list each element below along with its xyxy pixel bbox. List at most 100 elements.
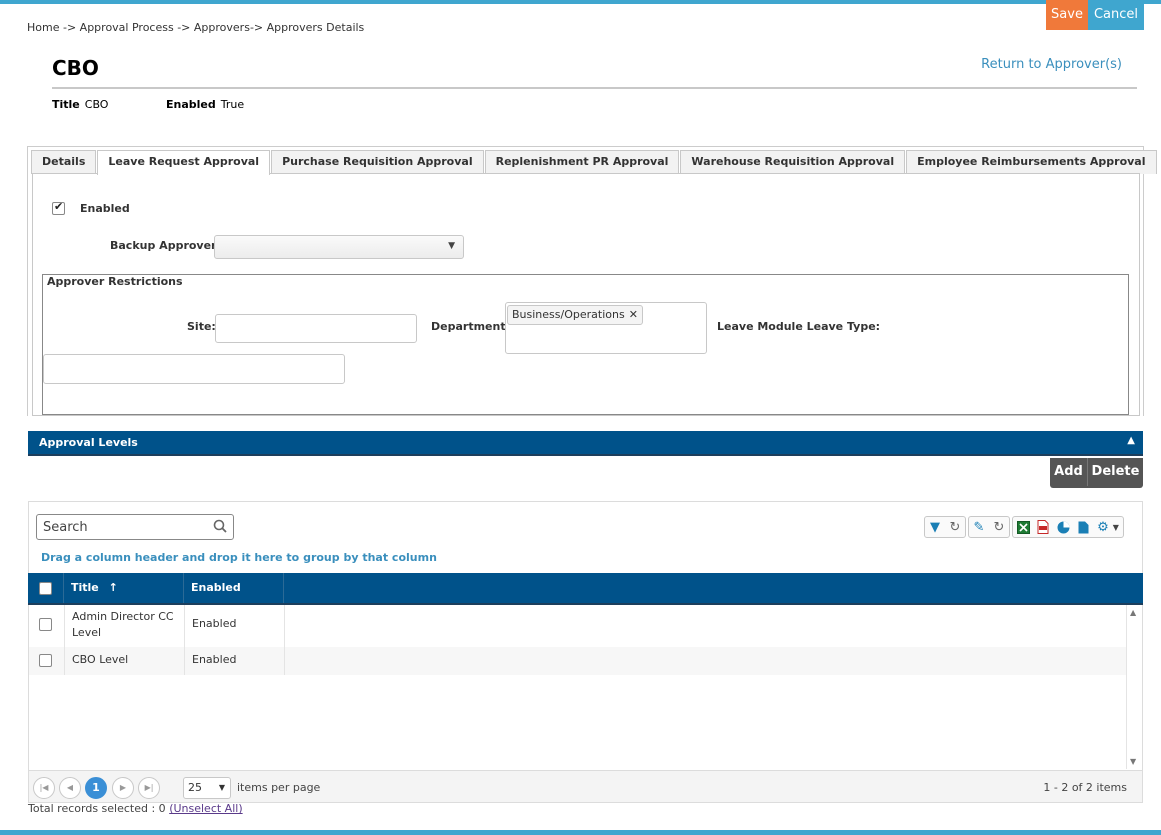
settings-group: ✎ ↻	[968, 516, 1010, 538]
department-chip-label: Business/Operations	[512, 308, 625, 321]
breadcrumb-home[interactable]: Home	[27, 21, 59, 34]
approval-levels-header[interactable]: Approval Levels ▲	[28, 431, 1143, 456]
page-number-button[interactable]: 1	[85, 777, 107, 799]
scroll-up-icon[interactable]: ▲	[1130, 608, 1136, 617]
row-title-cell: Admin Director CC Level	[65, 605, 185, 647]
filter-group: ▼ ↻	[924, 516, 966, 538]
prev-page-icon[interactable]: ◀	[59, 777, 81, 799]
export-group: ⚙ ▼	[1012, 516, 1124, 538]
pager-summary: 1 - 2 of 2 items	[1043, 781, 1127, 794]
meta-enabled: Enabled True	[166, 98, 244, 111]
table-row[interactable]: CBO Level Enabled	[29, 647, 1126, 675]
first-page-icon[interactable]: |◀	[33, 777, 55, 799]
breadcrumb-current: Approvers Details	[266, 21, 365, 34]
breadcrumb: Home -> Approval Process -> Approvers-> …	[27, 21, 364, 34]
row-select-cell	[29, 605, 65, 647]
pdf-icon[interactable]	[1033, 517, 1053, 537]
row-select-cell	[29, 647, 65, 675]
reset-icon[interactable]: ↻	[989, 517, 1009, 537]
page-size-select[interactable]: 25 ▼	[183, 777, 231, 799]
sort-ascending-icon: ↑	[108, 581, 118, 594]
row-enabled: Enabled	[192, 617, 237, 630]
row-checkbox[interactable]	[39, 618, 52, 631]
backup-approver-label: Backup Approver:	[110, 239, 221, 252]
search-input[interactable]	[37, 515, 207, 539]
collapse-icon[interactable]: ▲	[1127, 435, 1135, 446]
search-box[interactable]	[36, 514, 234, 540]
department-label: Department:	[431, 320, 510, 333]
site-label: Site:	[187, 320, 216, 333]
column-title-label: Title	[71, 581, 99, 594]
close-icon[interactable]: ✕	[629, 308, 638, 321]
department-chip: Business/Operations ✕	[507, 305, 643, 325]
tab-warehouse-requisition-approval[interactable]: Warehouse Requisition Approval	[680, 150, 906, 174]
filter-icon[interactable]: ▼	[925, 517, 945, 537]
meta-enabled-label: Enabled	[166, 98, 216, 111]
breadcrumb-approvers[interactable]: Approvers	[194, 21, 250, 34]
chevron-down-icon: ▼	[218, 783, 225, 792]
unselect-all-link[interactable]: (Unselect All)	[169, 802, 242, 815]
table-row[interactable]: Admin Director CC Level Enabled	[29, 605, 1126, 647]
row-checkbox[interactable]	[39, 654, 52, 667]
breadcrumb-approval-process[interactable]: Approval Process	[80, 21, 174, 34]
row-title: CBO Level	[72, 653, 129, 666]
scroll-down-icon[interactable]: ▼	[1130, 757, 1136, 766]
row-enabled-cell: Enabled	[185, 605, 285, 647]
column-enabled-label: Enabled	[191, 581, 241, 594]
next-page-icon[interactable]: ▶	[112, 777, 134, 799]
meta-title: Title CBO	[52, 98, 108, 111]
leave-type-label: Leave Module Leave Type:	[717, 320, 881, 333]
select-all-checkbox[interactable]	[39, 582, 52, 595]
breadcrumb-separator: ->	[249, 21, 267, 34]
refresh-icon[interactable]: ↻	[945, 517, 965, 537]
document-icon[interactable]	[1073, 517, 1093, 537]
backup-approver-select[interactable]: ▼	[214, 235, 464, 259]
approval-levels-title: Approval Levels	[39, 436, 138, 449]
breadcrumb-separator: ->	[173, 21, 194, 34]
grid-scrollbar[interactable]: ▲ ▼	[1126, 605, 1142, 769]
title-divider	[52, 87, 1137, 89]
search-icon[interactable]	[213, 519, 227, 533]
row-enabled: Enabled	[192, 653, 237, 666]
selection-summary: Total records selected : 0 (Unselect All…	[28, 802, 243, 815]
return-to-approvers-link[interactable]: Return to Approver(s)	[981, 57, 1122, 72]
gear-icon[interactable]: ⚙ ▼	[1093, 517, 1123, 537]
row-title: Admin Director CC Level	[72, 610, 174, 639]
row-title-cell: CBO Level	[65, 647, 185, 675]
enabled-checkbox[interactable]	[52, 200, 65, 215]
tab-replenishment-pr-approval[interactable]: Replenishment PR Approval	[484, 150, 680, 174]
row-enabled-cell: Enabled	[185, 647, 285, 675]
column-header-enabled[interactable]: Enabled	[184, 573, 284, 603]
wrench-icon[interactable]: ✎	[969, 517, 989, 537]
grid-header: Title ↑ Enabled	[28, 573, 1143, 605]
approver-restrictions-legend: Approver Restrictions	[47, 275, 183, 288]
chart-icon[interactable]	[1053, 517, 1073, 537]
save-button[interactable]: Save	[1046, 0, 1088, 30]
grid-actions: Add Delete	[1050, 458, 1143, 488]
delete-button[interactable]: Delete	[1088, 458, 1143, 486]
enabled-label: Enabled	[80, 202, 130, 215]
tab-details[interactable]: Details	[31, 150, 97, 174]
site-input[interactable]	[215, 314, 417, 343]
last-page-icon[interactable]: ▶|	[138, 777, 160, 799]
chevron-down-icon: ▼	[448, 241, 455, 251]
cancel-button[interactable]: Cancel	[1088, 0, 1144, 30]
tab-employee-reimbursements-approval[interactable]: Employee Reimbursements Approval	[906, 150, 1157, 174]
leave-type-input[interactable]	[43, 354, 345, 384]
items-per-page-label: items per page	[237, 781, 321, 794]
top-accent-bar	[0, 0, 1161, 4]
excel-icon[interactable]	[1013, 517, 1033, 537]
column-header-title[interactable]: Title ↑	[64, 573, 184, 603]
page-title: CBO	[52, 56, 99, 80]
page-size-value: 25	[188, 781, 202, 794]
group-by-hint: Drag a column header and drop it here to…	[41, 551, 437, 564]
add-button[interactable]: Add	[1050, 458, 1088, 486]
meta-title-label: Title	[52, 98, 80, 111]
tab-leave-request-approval[interactable]: Leave Request Approval	[97, 150, 271, 175]
meta-title-value: CBO	[84, 98, 109, 111]
breadcrumb-separator: ->	[59, 21, 80, 34]
tab-purchase-requisition-approval[interactable]: Purchase Requisition Approval	[271, 150, 484, 174]
select-all-cell	[28, 573, 64, 603]
bottom-accent-bar	[0, 830, 1161, 835]
selected-count-text: Total records selected : 0	[28, 802, 170, 815]
